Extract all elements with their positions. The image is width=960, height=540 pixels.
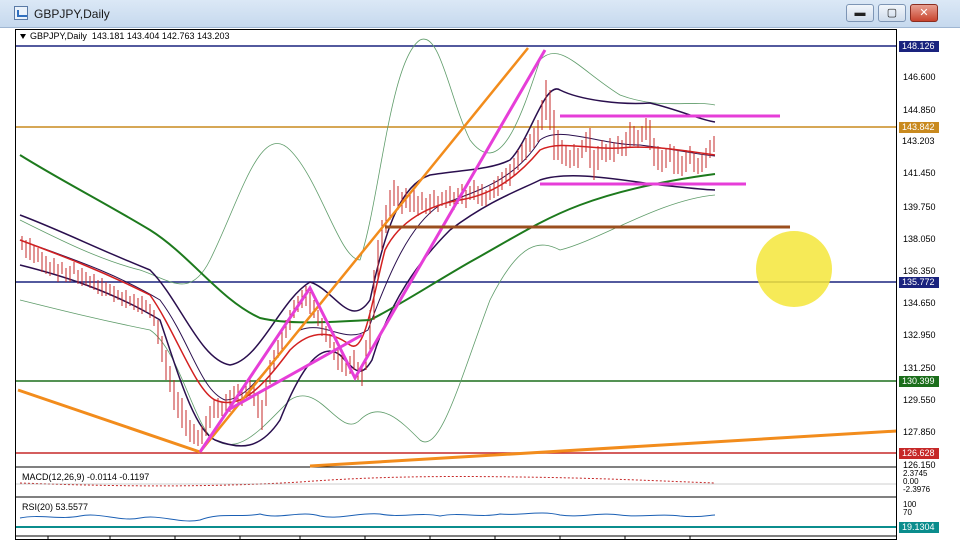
price-label: 138.050 — [903, 234, 936, 244]
price-label: 129.550 — [903, 395, 936, 405]
chart-frame — [15, 29, 897, 540]
price-label: 132.950 — [903, 330, 936, 340]
price-tag-148126: 148.126 — [899, 41, 939, 52]
price-label: 144.850 — [903, 105, 936, 115]
price-label: 146.600 — [903, 72, 936, 82]
rsi-label: RSI(20) 53.5577 — [22, 502, 89, 512]
price-label: 136.350 — [903, 266, 936, 276]
price-label: 139.750 — [903, 202, 936, 212]
collapse-triangle-icon[interactable] — [20, 34, 26, 39]
rsi-scale-label: 70 — [903, 508, 912, 517]
price-tag-143842: 143.842 — [899, 122, 939, 133]
rsi-tag: 19.1304 — [899, 522, 939, 533]
macd-label: MACD(12,26,9) -0.0114 -0.1197 — [22, 472, 150, 482]
price-tag-135772: 135.772 — [899, 277, 939, 288]
price-label: 131.250 — [903, 363, 936, 373]
price-tag-current: 143.203 — [899, 136, 939, 147]
chart-header-info: GBPJPY,Daily 143.181 143.404 142.763 143… — [30, 31, 230, 41]
price-label: 127.850 — [903, 427, 936, 437]
price-label: 134.650 — [903, 298, 936, 308]
price-tag-126628: 126.628 — [899, 448, 939, 459]
price-tag-130399: 130.399 — [899, 376, 939, 387]
price-label: 141.450 — [903, 168, 936, 178]
macd-scale-label: -2.3976 — [903, 485, 931, 494]
